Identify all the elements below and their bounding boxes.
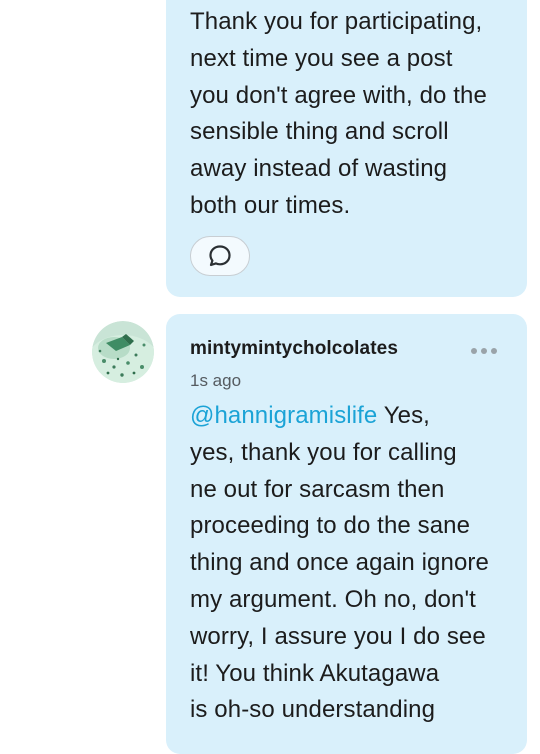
reply-button[interactable]: [190, 236, 250, 276]
comment-username[interactable]: mintymintycholcolates: [190, 338, 398, 360]
avatar[interactable]: [92, 321, 154, 383]
reply-comment-text: @hannigramislife Yes, yes, thank you for…: [190, 398, 520, 729]
reply-comment-bubble: mintymintycholcolates 1s ago @hannigrami…: [166, 314, 527, 754]
mint-ice-cream-avatar: [92, 321, 154, 383]
more-options-button[interactable]: [471, 345, 497, 357]
more-options-dot: [481, 348, 487, 354]
previous-comment-text: Thank you for participating, next time y…: [190, 8, 487, 219]
previous-comment-bubble: Thank you for participating, next time y…: [166, 0, 527, 297]
more-options-dot: [491, 348, 497, 354]
more-options-icon: [471, 348, 477, 354]
speech-bubble-icon: [209, 245, 231, 267]
reply-comment-body: Yes, yes, thank you for calling ne out f…: [190, 402, 489, 724]
comment-timestamp: 1s ago: [190, 371, 242, 390]
user-mention-link[interactable]: @hannigramislife: [190, 402, 377, 429]
